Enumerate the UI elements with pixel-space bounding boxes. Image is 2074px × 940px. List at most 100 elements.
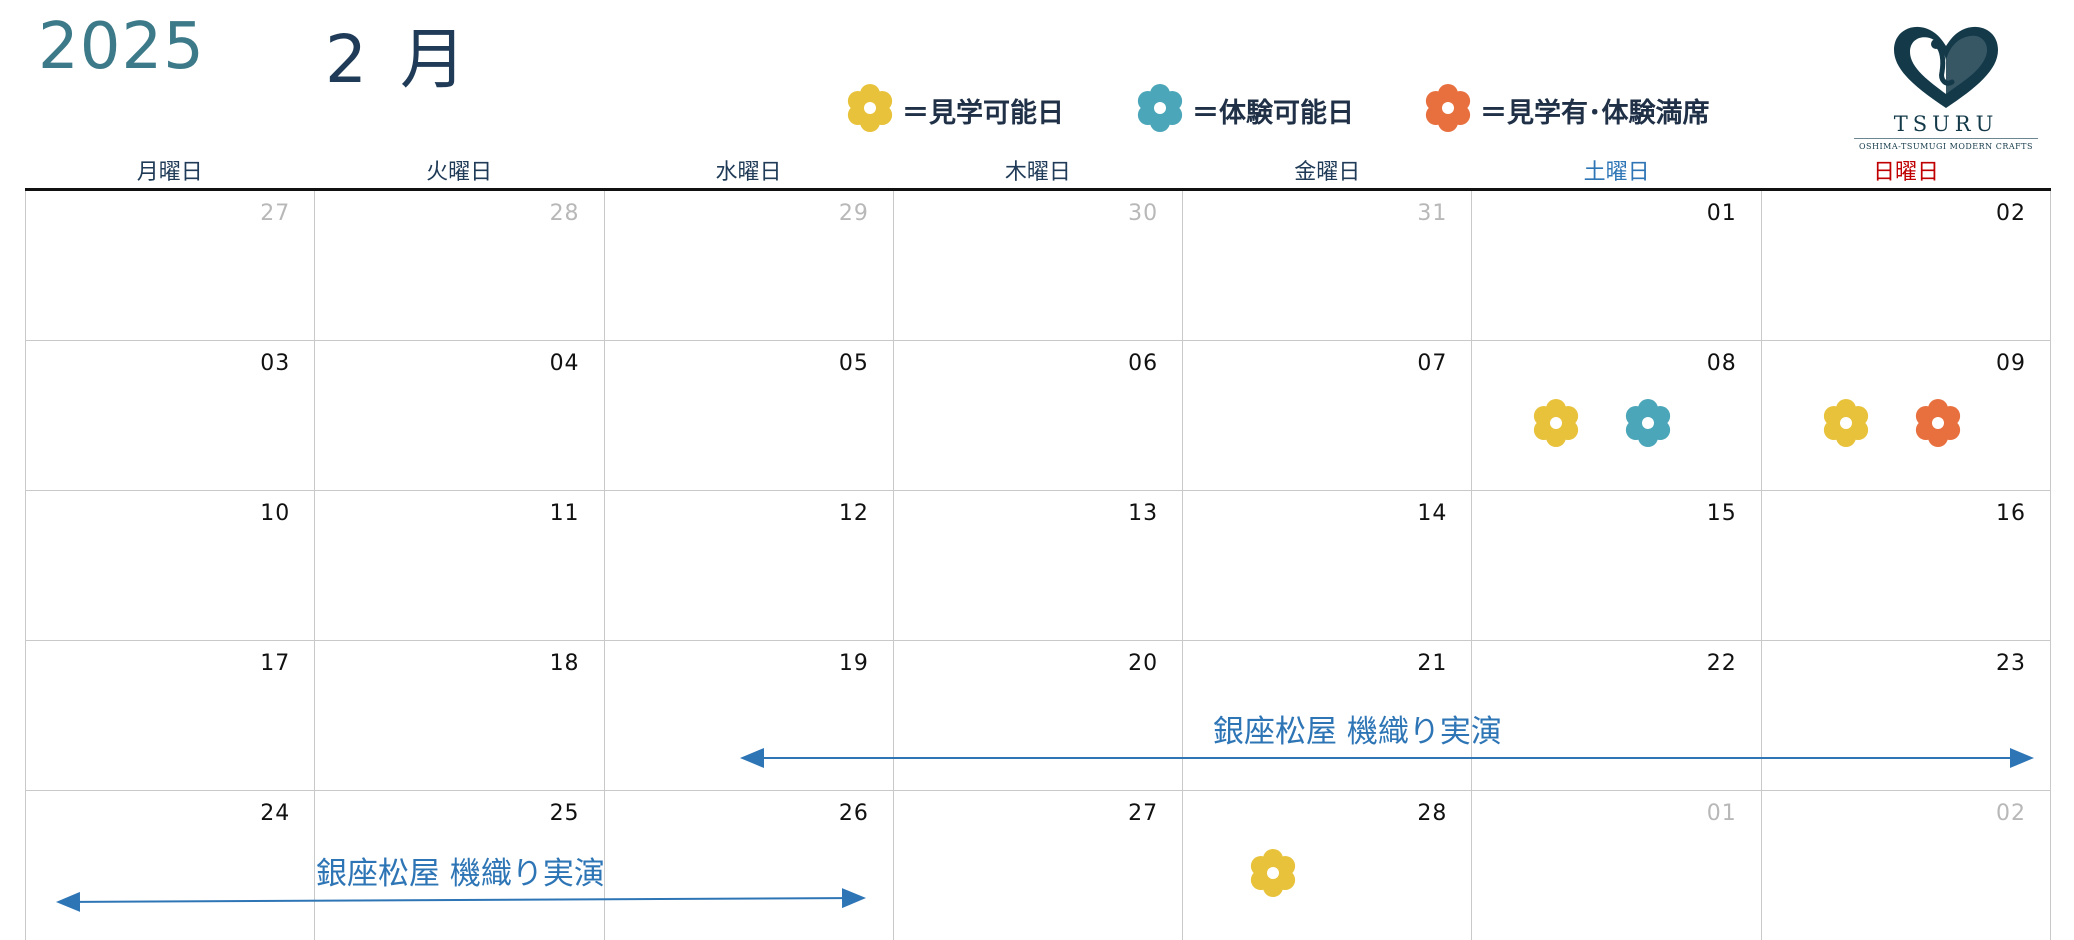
day-cell: 28 (1183, 791, 1473, 940)
day-cell: 05 (604, 341, 894, 491)
event-label: 銀座松屋 機織り実演 (316, 856, 605, 892)
flower-icon (1908, 391, 1968, 455)
day-number: 30 (1128, 201, 1159, 226)
day-cell: 16 (1761, 491, 2051, 641)
day-cell: 01 (1472, 191, 1762, 341)
day-number: 28 (549, 201, 580, 226)
day-cell: 26 (605, 791, 894, 940)
day-number: 24 (260, 801, 291, 826)
day-cell: 13 (893, 491, 1184, 641)
day-cell: 07 (1183, 341, 1473, 491)
day-cell: 17 (26, 641, 316, 791)
day-number: 16 (1995, 501, 2026, 526)
day-number: 18 (549, 651, 580, 676)
day-cell: 31 (1183, 191, 1473, 341)
day-cell: 29 (604, 191, 894, 341)
day-number: 12 (838, 501, 869, 526)
day-cell: 27 (26, 191, 316, 341)
weekday-tue: 火曜日 (426, 160, 493, 185)
day-number: 26 (838, 801, 869, 826)
day-cell: 03 (26, 341, 316, 491)
flower-icon (1816, 391, 1876, 455)
flower-icon (1130, 76, 1190, 144)
day-cell: 04 (315, 341, 605, 491)
day-number: 14 (1417, 501, 1448, 526)
weekday-sat: 土曜日 (1583, 160, 1650, 185)
legend-label-visit: ＝見学可能日 (902, 97, 1064, 129)
day-number: 19 (838, 651, 869, 676)
weekday-sun: 日曜日 (1873, 160, 1940, 185)
day-cell: 20 (893, 641, 1184, 791)
day-cell: 02 (1762, 791, 2051, 940)
day-number: 11 (549, 501, 580, 526)
day-number: 01 (1706, 201, 1737, 226)
day-cell: 09 (1761, 341, 2051, 491)
event-label: 銀座松屋 機織り実演 (1213, 714, 1502, 750)
logo-wordmark: TSURU (1893, 112, 1999, 136)
weekday-mon: 月曜日 (136, 160, 203, 185)
calendar-page: 2025 2 月 ＝見学可能日 ＝体験可能日 ＝見学有･体験満席 TSURU O… (0, 0, 2074, 940)
day-number: 10 (260, 501, 291, 526)
day-number: 01 (1706, 801, 1737, 826)
logo-subtitle: OSHIMA-TSUMUGI MODERN CRAFTS (1858, 142, 2033, 151)
day-cell: 23 (1761, 641, 2051, 791)
day-number: 06 (1128, 351, 1159, 376)
day-number: 29 (838, 201, 869, 226)
day-cell: 30 (893, 191, 1184, 341)
day-number: 02 (1995, 801, 2026, 826)
day-cell: 15 (1472, 491, 1762, 641)
day-number: 13 (1128, 501, 1159, 526)
day-number: 27 (1128, 801, 1159, 826)
day-number: 21 (1417, 651, 1448, 676)
flower-icon (1526, 391, 1586, 455)
day-cell: 22 (1472, 641, 1762, 791)
calendar-grid: 27 28 29 30 31 01 02 03 04 05 06 07 08 09 10 11 12 13 14 15… (25, 191, 2051, 940)
flower-markers (1183, 841, 1471, 905)
day-cell: 27 (894, 791, 1184, 940)
weekday-header: 月曜日 火曜日 水曜日 木曜日 金曜日 土曜日 日曜日 (25, 154, 2051, 188)
day-cell: 14 (1183, 491, 1473, 641)
day-cell: 19 (604, 641, 894, 791)
day-cell: 06 (893, 341, 1184, 491)
day-number: 23 (1995, 651, 2026, 676)
day-number: 27 (260, 201, 291, 226)
day-cell: 02 (1761, 191, 2051, 341)
flower-icon (1243, 841, 1303, 905)
day-number: 15 (1706, 501, 1737, 526)
day-number: 20 (1128, 651, 1159, 676)
day-cell: 11 (315, 491, 605, 641)
day-number: 28 (1417, 801, 1448, 826)
day-number: 22 (1706, 651, 1737, 676)
legend-label-full: ＝見学有･体験満席 (1480, 97, 1710, 129)
weekday-thu: 木曜日 (1004, 160, 1071, 185)
flower-icon (840, 76, 900, 144)
weekday-fri: 金曜日 (1294, 160, 1361, 185)
month-title: 2 月 (325, 21, 472, 98)
day-cell: 12 (604, 491, 894, 641)
legend-experience: ＝体験可能日 (1130, 78, 1354, 142)
day-number: 03 (260, 351, 291, 376)
year-title: 2025 (38, 10, 205, 84)
legend-visit: ＝見学可能日 (840, 78, 1064, 142)
logo-divider (1854, 138, 2038, 139)
weekday-wed: 水曜日 (715, 160, 782, 185)
tsuru-logo: TSURU OSHIMA-TSUMUGI MODERN CRAFTS (1846, 16, 2046, 156)
flower-markers (1762, 391, 2050, 455)
day-number: 08 (1706, 351, 1737, 376)
crane-heart-icon (1894, 26, 1998, 108)
day-number: 07 (1417, 351, 1448, 376)
day-number: 17 (260, 651, 291, 676)
flower-markers (1472, 391, 1760, 455)
day-cell: 01 (1472, 791, 1762, 940)
flower-icon (1618, 391, 1678, 455)
day-number: 25 (549, 801, 580, 826)
day-cell: 10 (26, 491, 316, 641)
day-cell: 08 (1472, 341, 1762, 491)
legend-full: ＝見学有･体験満席 (1418, 78, 1710, 142)
day-cell: 24 (26, 791, 316, 940)
day-number: 09 (1995, 351, 2026, 376)
day-number: 04 (549, 351, 580, 376)
day-number: 02 (1995, 201, 2026, 226)
day-number: 31 (1417, 201, 1448, 226)
day-cell: 28 (315, 191, 605, 341)
